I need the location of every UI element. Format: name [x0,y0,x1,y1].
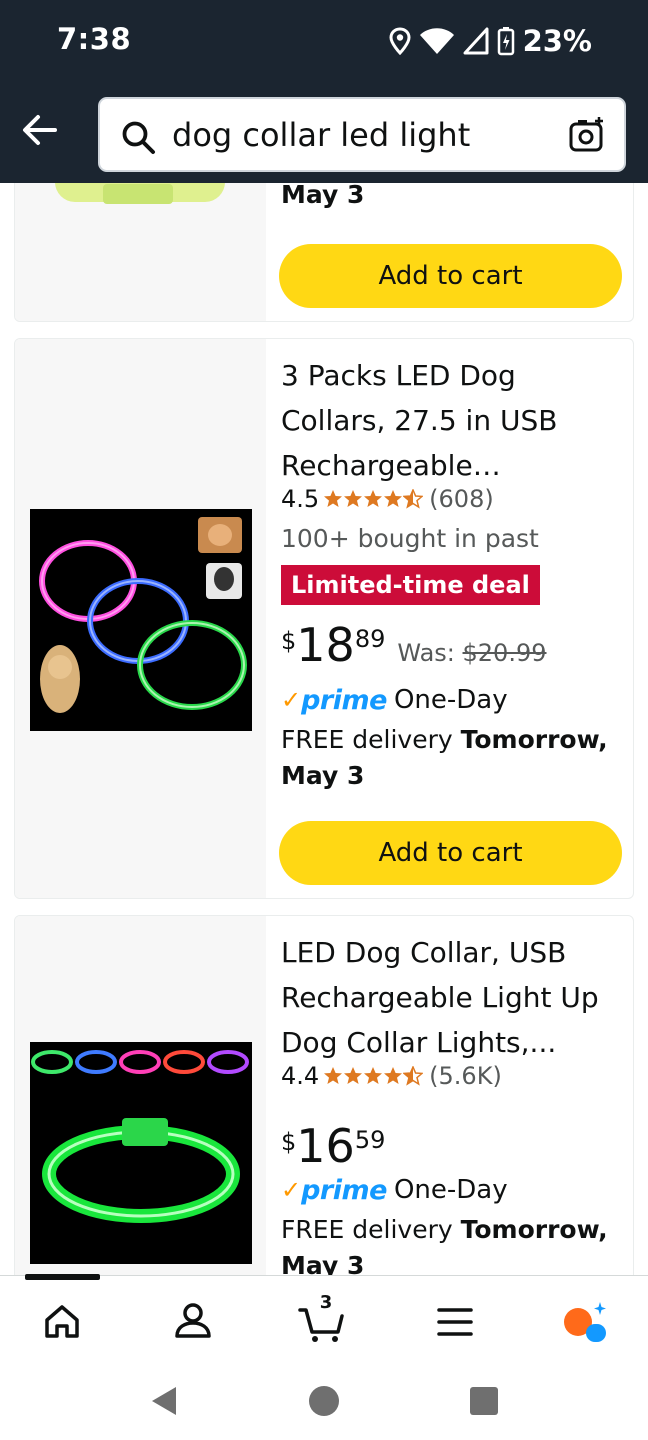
delivery-prefix: FREE delivery [281,1215,461,1244]
search-input[interactable] [172,99,552,170]
rating-value: 4.5 [281,485,320,513]
prime-label: prime [301,684,387,716]
battery-percent: 23% [522,24,592,58]
wifi-icon [419,28,454,54]
bottom-nav: 3 [0,1274,648,1363]
home-icon [45,1305,79,1338]
star-rating [323,489,424,509]
delivery-info: FREE delivery Tomorrow, May 3 [281,1212,621,1275]
add-to-cart-button[interactable]: Add to cart [279,821,622,885]
rating-row[interactable]: 4.4 (5.6K) [281,1059,621,1093]
product-image-art [55,183,225,204]
price-fraction: 59 [354,1126,386,1154]
nav-account[interactable] [169,1298,217,1346]
product-title[interactable]: LED Dog Collar, USB Rechargeable Light U… [281,930,621,1065]
system-nav-bar [0,1363,648,1440]
search-results: May 3 Add to cart 3 Packs LED Dog Collar… [0,183,648,1275]
product-title[interactable]: 3 Packs LED Dog Collars, 27.5 in USB Rec… [281,353,621,488]
app-root: 7:38 23% May 3 [0,0,648,1440]
nav-home[interactable] [38,1298,86,1346]
star-full-icon [324,490,343,507]
was-price-block: Was: $20.99 [397,639,546,667]
cart-count-badge: 3 [319,1292,333,1313]
product-card[interactable]: May 3 Add to cart [14,183,634,322]
back-button[interactable] [18,108,62,152]
price-symbol: $ [281,1128,297,1156]
rating-value: 4.4 [281,1062,320,1090]
cell-signal-icon [463,27,489,55]
price-whole: 18 [296,618,355,672]
star-rating [323,1066,424,1086]
product-card[interactable]: LED Dog Collar, USB Rechargeable Light U… [14,915,634,1275]
nav-rufus[interactable] [560,1298,608,1346]
prime-check-icon: ✓ [281,686,302,714]
product-image[interactable] [15,339,266,898]
review-count: (5.6K) [429,1062,502,1090]
product-card[interactable]: 3 Packs LED Dog Collars, 27.5 in USB Rec… [14,338,634,899]
prime-speed: One-Day [393,1175,508,1205]
price: $ 18 89 Was: $20.99 [281,619,621,675]
deal-badge: Limited-time deal [281,565,540,605]
price: $ 16 59 [281,1120,621,1176]
star-full-icon [384,490,403,507]
prime-label: prime [301,1174,387,1206]
nav-menu[interactable] [431,1298,479,1346]
star-full-icon [364,1067,383,1084]
system-recents-icon[interactable] [466,1383,502,1419]
prime-badge: ✓ prime One-Day [281,1170,621,1210]
star-full-icon [344,1067,363,1084]
led-collar-photo [30,1042,252,1264]
back-arrow-icon [23,115,57,145]
search-icon [122,121,155,154]
nav-active-indicator [25,1274,100,1280]
menu-icon [437,1308,473,1336]
was-price: $20.99 [462,639,547,667]
system-back-icon[interactable] [146,1383,182,1419]
rufus-assistant-icon [564,1302,606,1342]
price-whole: 16 [296,1119,355,1173]
delivery-info: FREE delivery Tomorrow, May 3 [281,722,621,794]
bought-count: 100+ bought in past month [281,524,539,593]
review-count: (608) [429,485,494,513]
nav-cart[interactable]: 3 [298,1292,346,1346]
camera-search-icon[interactable] [568,116,606,154]
star-full-icon [384,1067,403,1084]
prime-badge: ✓ prime One-Day [281,680,621,720]
battery-icon [497,27,514,56]
location-icon [389,27,411,55]
add-to-cart-button[interactable]: Add to cart [279,244,622,308]
star-full-icon [364,490,383,507]
price-symbol: $ [281,627,297,655]
star-full-icon [324,1067,343,1084]
prime-speed: One-Day [393,685,508,715]
product-image[interactable] [15,183,266,321]
status-time: 7:38 [57,22,132,56]
star-half-icon [403,489,424,509]
product-image[interactable] [15,916,266,1275]
search-box[interactable] [98,97,626,172]
prime-check-icon: ✓ [281,1176,302,1204]
star-half-icon [403,1066,424,1086]
delivery-prefix: FREE delivery [281,725,461,754]
status-icons: 23% [389,22,592,60]
led-collars-photo [30,509,252,731]
header: 7:38 23% [0,0,648,183]
system-home-icon[interactable] [306,1383,342,1419]
price-fraction: 89 [354,625,386,653]
rating-row[interactable]: 4.5 (608) [281,482,621,516]
star-full-icon [344,490,363,507]
delivery-date: May 3 [281,183,365,209]
was-label: Was: [397,639,455,667]
account-icon [175,1303,211,1338]
